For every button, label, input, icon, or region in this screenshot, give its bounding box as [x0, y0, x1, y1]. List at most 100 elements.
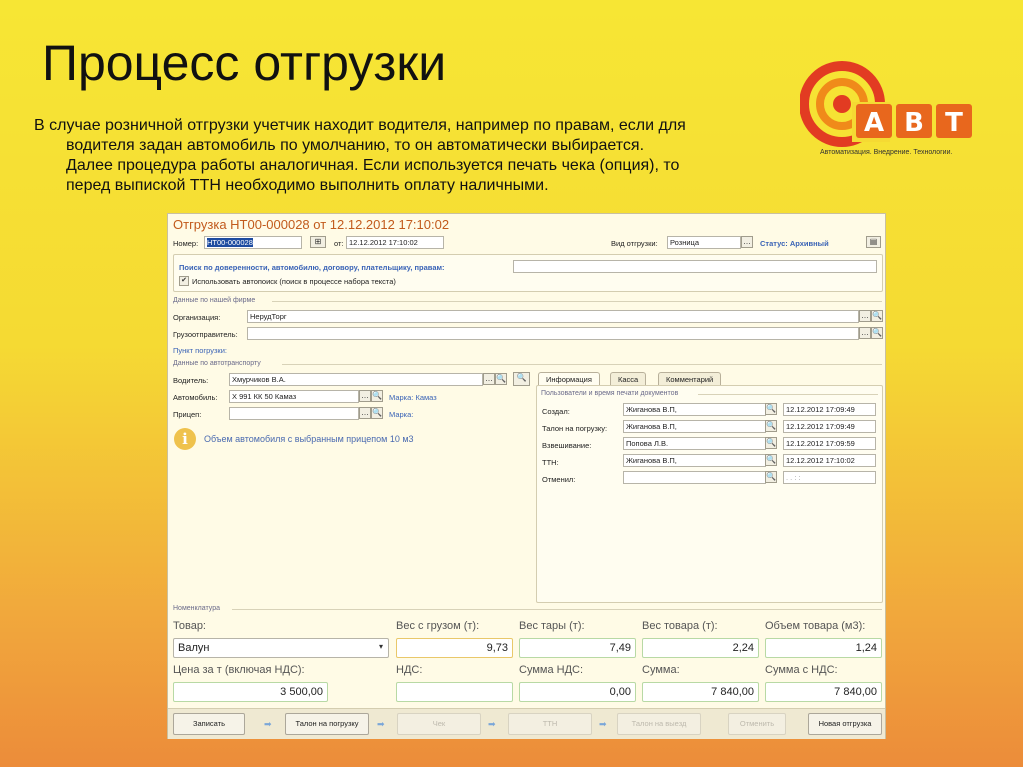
gross-weight-label: Вес с грузом (т):	[396, 620, 480, 632]
ttn-user-field[interactable]: Жиганова В.П,	[623, 454, 766, 467]
gross-weight-field[interactable]: 9,73	[396, 638, 513, 658]
arrow-right-icon: ➡	[488, 719, 496, 729]
cancelled-time-field[interactable]: . . : :	[783, 471, 876, 484]
trailer-search-icon[interactable]: 🔍	[371, 407, 383, 419]
loading-point-link[interactable]: Пункт погрузки:	[173, 346, 227, 355]
weighing-user-field[interactable]: Попова Л.В.	[623, 437, 766, 450]
car-brand-link[interactable]: Марка: Камаз	[389, 393, 437, 402]
price-field[interactable]: 3 500,00	[173, 682, 328, 702]
cancelled-user-field[interactable]	[623, 471, 766, 484]
car-select-button[interactable]: …	[359, 390, 371, 402]
chevron-down-icon[interactable]: ▾	[375, 642, 387, 654]
number-field[interactable]: НТ00-000028	[204, 236, 302, 249]
search-input[interactable]	[513, 260, 877, 273]
arrow-right-icon: ➡	[599, 719, 607, 729]
slide-text-line: перед выпиской ТТН необходимо выполнить …	[66, 177, 549, 194]
car-label: Автомобиль:	[173, 393, 218, 402]
loading-ticket-time-field[interactable]: 12.12.2012 17:09:49	[783, 420, 876, 433]
ttn-label: ТТН:	[542, 458, 559, 467]
window-action-icon[interactable]: ▤	[866, 236, 881, 248]
tare-weight-field[interactable]: 7,49	[519, 638, 636, 658]
vat-sum-field[interactable]: 0,00	[519, 682, 636, 702]
driver-field[interactable]: Хмурчиков В.А.	[229, 373, 483, 386]
new-shipment-button[interactable]: Новая отгрузка	[808, 713, 882, 735]
shipper-field[interactable]	[247, 327, 859, 340]
shipper-select-button[interactable]: …	[859, 327, 871, 339]
price-label: Цена за т (включая НДС):	[173, 664, 305, 676]
trailer-brand-link[interactable]: Марка:	[389, 410, 413, 419]
svg-text:Т: Т	[945, 108, 963, 138]
number-value: НТ00-000028	[207, 238, 253, 247]
check-button[interactable]: Чек	[397, 713, 481, 735]
transport-section-title: Данные по автотранспорту	[173, 360, 261, 367]
volume-field[interactable]: 1,24	[765, 638, 882, 658]
shipment-type-select-button[interactable]: …	[741, 236, 753, 248]
tab-cash[interactable]: Касса	[610, 372, 647, 385]
loading-ticket-button[interactable]: Талон на погрузку	[285, 713, 369, 735]
volume-label: Объем товара (м3):	[765, 620, 866, 632]
shipment-type-field[interactable]: Розница	[667, 236, 741, 249]
section-divider	[232, 609, 882, 610]
organization-select-button[interactable]: …	[859, 310, 871, 322]
loading-ticket-label: Талон на погрузку:	[542, 424, 608, 433]
weighing-label: Взвешивание:	[542, 441, 592, 450]
driver-search-icon[interactable]: 🔍	[495, 373, 507, 385]
driver-select-button[interactable]: …	[483, 373, 495, 385]
vat-label: НДС:	[396, 664, 423, 676]
svg-text:А: А	[864, 108, 884, 138]
firm-section-title: Данные по нашей фирме	[173, 297, 256, 304]
ttn-time-field[interactable]: 12.12.2012 17:10:02	[783, 454, 876, 467]
created-user-search-icon[interactable]: 🔍	[765, 403, 777, 415]
slide-title: Процесс отгрузки	[42, 35, 447, 91]
slide-text-line: Далее процедура работы аналогичная. Если…	[66, 157, 680, 174]
shipper-search-icon[interactable]: 🔍	[871, 327, 883, 339]
product-label: Товар:	[173, 620, 206, 632]
product-field[interactable]: Валун	[173, 638, 389, 658]
organization-field[interactable]: НерудТорг	[247, 310, 859, 323]
print-users-section-title: Пользователи и время печати документов	[541, 390, 679, 397]
number-lookup-icon[interactable]: ⊞	[310, 236, 326, 248]
tab-comment[interactable]: Комментарий	[658, 372, 722, 385]
info-icon: i	[174, 428, 196, 450]
sum-field[interactable]: 7 840,00	[642, 682, 759, 702]
ttn-button[interactable]: ТТН	[508, 713, 592, 735]
created-user-field[interactable]: Жиганова В.П,	[623, 403, 766, 416]
window-title: Отгрузка НТ00-000028 от 12.12.2012 17:10…	[173, 217, 450, 232]
loading-ticket-user-field[interactable]: Жиганова В.П,	[623, 420, 766, 433]
search-label: Поиск по доверенности, автомобилю, догов…	[179, 263, 445, 272]
loading-ticket-user-search-icon[interactable]: 🔍	[765, 420, 777, 432]
date-field[interactable]: 12.12.2012 17:10:02	[346, 236, 444, 249]
autosearch-checkbox[interactable]: ✔	[179, 276, 189, 286]
save-button[interactable]: Записать	[173, 713, 245, 735]
weighing-time-field[interactable]: 12.12.2012 17:09:59	[783, 437, 876, 450]
shipper-label: Грузоотправитель:	[173, 330, 238, 339]
car-field[interactable]: Х 991 КК 50 Камаз	[229, 390, 359, 403]
created-time-field[interactable]: 12.12.2012 17:09:49	[783, 403, 876, 416]
date-label: от:	[334, 239, 344, 248]
tare-weight-label: Вес тары (т):	[519, 620, 585, 632]
sum-with-vat-label: Сумма с НДС:	[765, 664, 838, 676]
organization-search-icon[interactable]: 🔍	[871, 310, 883, 322]
sum-label: Сумма:	[642, 664, 680, 676]
ttn-user-search-icon[interactable]: 🔍	[765, 454, 777, 466]
exit-ticket-button[interactable]: Талон на выезд	[617, 713, 701, 735]
status-text: Статус: Архивный	[760, 239, 829, 248]
trailer-select-button[interactable]: …	[359, 407, 371, 419]
arrow-right-icon: ➡	[377, 719, 385, 729]
logo-tagline: Автоматизация. Внедрение. Технологии.	[820, 149, 953, 156]
car-search-icon[interactable]: 🔍	[371, 390, 383, 402]
section-divider	[698, 394, 878, 395]
tab-panel	[536, 385, 883, 603]
sum-with-vat-field[interactable]: 7 840,00	[765, 682, 882, 702]
net-weight-field[interactable]: 2,24	[642, 638, 759, 658]
slide-text-line: В случае розничной отгрузки учетчик нахо…	[34, 117, 686, 134]
trailer-field[interactable]	[229, 407, 359, 420]
weighing-user-search-icon[interactable]: 🔍	[765, 437, 777, 449]
tab-information[interactable]: Информация	[538, 372, 600, 386]
cancel-button[interactable]: Отменить	[728, 713, 786, 735]
driver-find-icon[interactable]: 🔍	[513, 372, 530, 386]
slide-description: В случае розничной отгрузки учетчик нахо…	[34, 116, 784, 196]
cancelled-user-search-icon[interactable]: 🔍	[765, 471, 777, 483]
action-bar: Записать ➡ Талон на погрузку ➡ Чек ➡ ТТН…	[168, 708, 885, 739]
vat-field[interactable]	[396, 682, 513, 702]
